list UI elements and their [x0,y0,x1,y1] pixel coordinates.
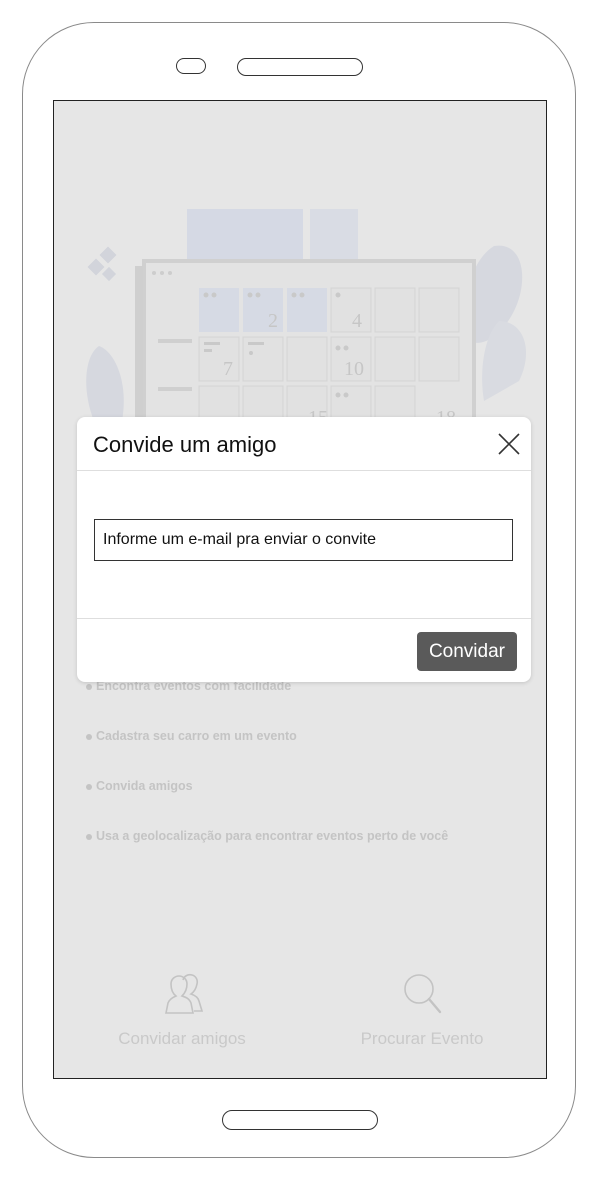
calendar-day: 7 [223,358,233,380]
feature-list: Encontra eventos com facilidade Cadastra… [86,679,448,879]
close-icon[interactable] [497,432,521,456]
calendar-illustration: 2 4 7 10 15 18 [86,209,527,421]
feature-item: Usa a geolocalização para encontrar even… [86,829,448,879]
modal-title: Convide um amigo [93,432,277,457]
calendar-day: 2 [268,310,278,332]
bottom-nav: Convidar amigos Procurar Evento [54,969,546,1078]
email-input[interactable] [94,519,513,561]
calendar-day: 4 [352,310,362,332]
bullet-icon [86,683,92,690]
bullet-icon [86,783,92,790]
modal-header: Convide um amigo [77,417,531,471]
modal-body [77,471,531,619]
users-icon [165,973,204,1014]
invite-friends-label: Convidar amigos [118,1029,246,1048]
search-icon [404,974,442,1014]
invite-friends-button[interactable]: Convidar amigos [82,969,282,1049]
bullet-icon [86,833,92,840]
invite-modal: Convide um amigo Convidar [77,417,531,682]
calendar-day: 10 [344,358,364,380]
camera-icon [176,58,206,74]
modal-footer: Convidar [77,619,531,683]
search-event-button[interactable]: Procurar Evento [322,969,522,1049]
feature-item: Cadastra seu carro em um evento [86,729,448,779]
search-event-label: Procurar Evento [360,1029,484,1048]
feature-item: Encontra eventos com facilidade [86,679,448,729]
speaker-grille [237,58,363,76]
bullet-icon [86,733,92,740]
feature-item: Convida amigos [86,779,448,829]
invite-submit-button[interactable]: Convidar [416,632,517,671]
home-button[interactable] [222,1110,378,1130]
